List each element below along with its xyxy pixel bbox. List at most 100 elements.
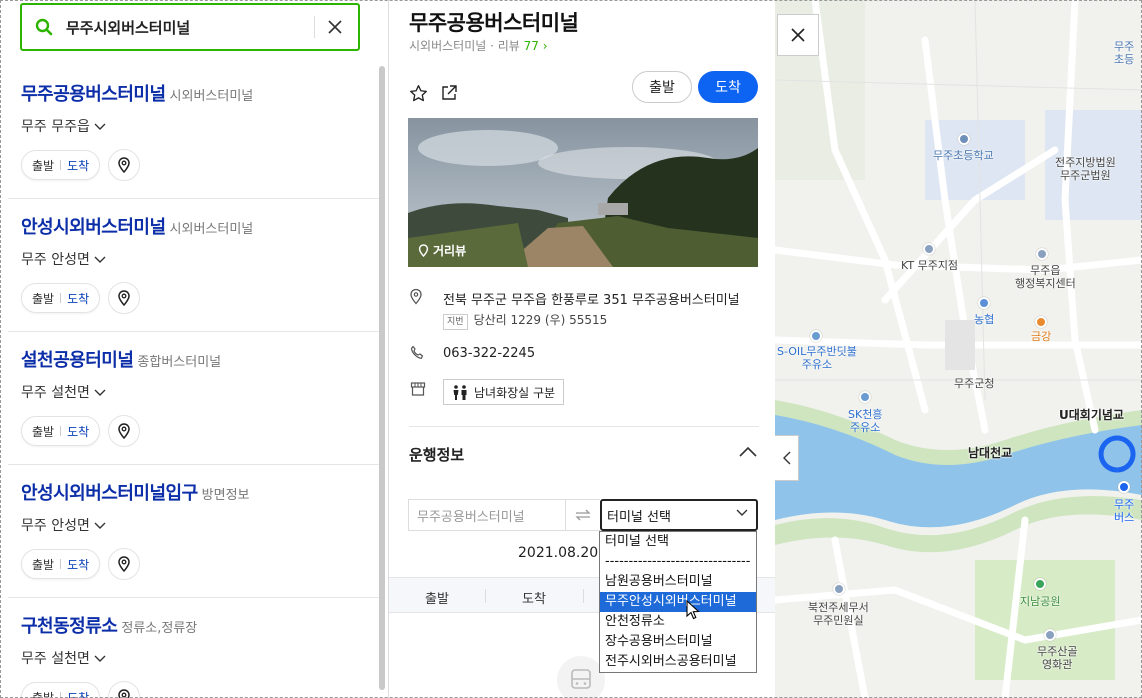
list-item[interactable]: 설천공용터미널 종합버스터미널 무주 설천면 출발 도착 [8, 332, 380, 465]
location-pin-button[interactable] [108, 548, 141, 580]
arrive-button[interactable]: 도착 [698, 71, 758, 103]
road-address[interactable]: 전북 무주군 무주읍 한풍루로 351 무주공용버스터미널 [443, 289, 740, 308]
location-pin-button[interactable] [108, 149, 141, 181]
arrive-button[interactable]: 도착 [67, 556, 89, 573]
arrive-button[interactable]: 도착 [67, 423, 89, 440]
result-location[interactable]: 무주 설천면 [21, 385, 90, 401]
street-view-label[interactable]: 거리뷰 [418, 242, 466, 259]
phone-row: 063-322-2245 [409, 345, 759, 365]
facility-text: 남녀화장실 구분 [474, 385, 556, 400]
depart-button[interactable]: 출발 [32, 290, 54, 307]
dropdown-option[interactable]: 장수공용버스터미널 [600, 632, 756, 652]
depart-button[interactable]: 출발 [32, 556, 54, 573]
map-label[interactable]: 금강 [1031, 330, 1051, 343]
map-label[interactable]: 무주 초등 [1114, 40, 1134, 66]
map-label[interactable]: SK천흥 주유소 [848, 408, 882, 434]
map-label[interactable]: S-OIL무주반딧불 주유소 [777, 345, 857, 371]
chevron-left-icon [782, 451, 790, 465]
location-pin-icon [118, 157, 130, 173]
result-location[interactable]: 무주 무주읍 [21, 119, 90, 135]
chevron-down-icon[interactable] [94, 522, 106, 530]
result-name[interactable]: 안성시외버스터미널입구 [21, 483, 198, 504]
location-pin-button[interactable] [108, 681, 141, 698]
result-location[interactable]: 무주 안성면 [21, 252, 90, 268]
to-terminal-select[interactable]: 터미널 선택 [600, 499, 758, 531]
clear-search-icon[interactable] [315, 19, 355, 35]
to-terminal-value: 터미널 선택 [607, 509, 671, 525]
result-name[interactable]: 구천동정류소 [21, 616, 118, 637]
result-list: 무주공용버스터미널 시외버스터미널 무주 무주읍 출발 도착 안성시외버스터미널 시외… [8, 66, 380, 698]
chevron-down-icon[interactable] [94, 655, 106, 663]
result-name[interactable]: 안성시외버스터미널 [21, 217, 166, 238]
dropdown-option-selected[interactable]: 무주안성시외버스터미널 [600, 592, 756, 612]
result-location[interactable]: 무주 안성면 [21, 518, 90, 534]
result-category: 시외버스터미널 [169, 222, 254, 237]
dropdown-option[interactable]: 안천정류소 [600, 612, 756, 632]
map-label[interactable]: KT 무주지점 [901, 259, 958, 272]
jibun-badge: 지번 [443, 314, 468, 330]
search-input[interactable] [66, 18, 306, 36]
arrive-button[interactable]: 도착 [67, 689, 89, 698]
map-label[interactable]: 무주 버스 [1114, 498, 1134, 524]
map-label[interactable]: 무주군청 [954, 377, 994, 390]
review-count[interactable]: 77 [524, 39, 539, 53]
result-category: 방면정보 [201, 488, 250, 503]
restroom-icon [453, 384, 467, 400]
collapse-panel-button[interactable] [775, 435, 799, 481]
section-title[interactable]: 운행정보 [409, 444, 464, 465]
dropdown-option[interactable]: 남원공용버스터미널 [600, 572, 756, 592]
jibun-address: 당산리 1229 (우) 55515 [473, 313, 608, 327]
list-item[interactable]: 무주공용버스터미널 시외버스터미널 무주 무주읍 출발 도착 [8, 66, 380, 199]
map-label[interactable]: 무주읍 행정복지센터 [1015, 264, 1076, 290]
place-title: 무주공용버스터미널 [409, 11, 579, 35]
share-icon[interactable] [440, 84, 458, 102]
result-category: 시외버스터미널 [169, 89, 254, 104]
result-location[interactable]: 무주 설천면 [21, 651, 90, 667]
depart-button[interactable]: 출발 [32, 689, 54, 698]
chevron-up-icon[interactable] [739, 446, 757, 457]
street-view-photo[interactable]: 거리뷰 [408, 118, 758, 267]
map-label[interactable]: 전주지방법원 무주군법원 [1055, 156, 1116, 182]
map-label[interactable]: 무주산골 영화관 [1037, 645, 1077, 671]
list-item[interactable]: 구천동정류소 정류소,정류장 무주 설천면 출발 도착 [8, 598, 380, 698]
location-pin-button[interactable] [108, 415, 141, 447]
from-terminal-field[interactable]: 무주공용버스터미널 [408, 499, 566, 531]
location-pin-icon [418, 244, 429, 257]
map-label[interactable]: 북전주세무서 무주민원실 [808, 601, 869, 627]
location-pin-button[interactable] [108, 282, 141, 314]
result-name[interactable]: 설천공용터미널 [21, 350, 134, 371]
dropdown-option[interactable]: 터미널 선택 [600, 532, 756, 552]
swap-button[interactable] [566, 499, 600, 531]
arrive-button[interactable]: 도착 [67, 157, 89, 174]
place-subtitle: 시외버스터미널 · 리뷰 77 › [409, 39, 548, 53]
map-label[interactable]: 지남공원 [1020, 595, 1060, 608]
section-divider [409, 426, 759, 427]
results-scrollbar[interactable] [379, 66, 385, 690]
arrive-button[interactable]: 도착 [67, 290, 89, 307]
route-pill: 출발 도착 [21, 549, 101, 579]
search-results-panel: 무주공용버스터미널시외버스터미널 무주 무주읍 출발도착 안성시외버스터미널시외… [8, 0, 388, 698]
location-pin-icon [410, 288, 422, 305]
search-icon[interactable] [22, 18, 66, 36]
chevron-down-icon[interactable] [94, 123, 106, 131]
result-name[interactable]: 무주공용버스터미널 [21, 84, 166, 105]
dropdown-option[interactable]: 전주시외버스공용터미널 [600, 652, 756, 672]
phone-number[interactable]: 063-322-2245 [443, 346, 535, 361]
map-view[interactable]: 무주 초등 무주초등학교 전주지방법원 무주군법원 KT 무주지점 무주읍 행정… [775, 0, 1142, 698]
chevron-down-icon[interactable] [94, 256, 106, 264]
chevron-down-icon[interactable] [94, 389, 106, 397]
mouse-cursor-icon [686, 600, 700, 620]
star-icon[interactable] [409, 84, 428, 103]
map-label[interactable]: U대회기념교 [1059, 409, 1124, 422]
review-label[interactable]: 리뷰 [498, 39, 520, 53]
close-detail-button[interactable] [777, 14, 819, 56]
list-item[interactable]: 안성시외버스터미널 시외버스터미널 무주 안성면 출발 도착 [8, 199, 380, 332]
depart-button[interactable]: 출발 [32, 157, 54, 174]
map-label[interactable]: 무주초등학교 [933, 149, 994, 162]
depart-button[interactable]: 출발 [32, 423, 54, 440]
search-box[interactable] [20, 3, 360, 51]
list-item[interactable]: 안성시외버스터미널입구 방면정보 무주 안성면 출발 도착 [8, 465, 380, 598]
map-label[interactable]: 남대천교 [968, 447, 1012, 460]
depart-button[interactable]: 출발 [632, 71, 692, 103]
map-label[interactable]: 농협 [974, 313, 994, 326]
